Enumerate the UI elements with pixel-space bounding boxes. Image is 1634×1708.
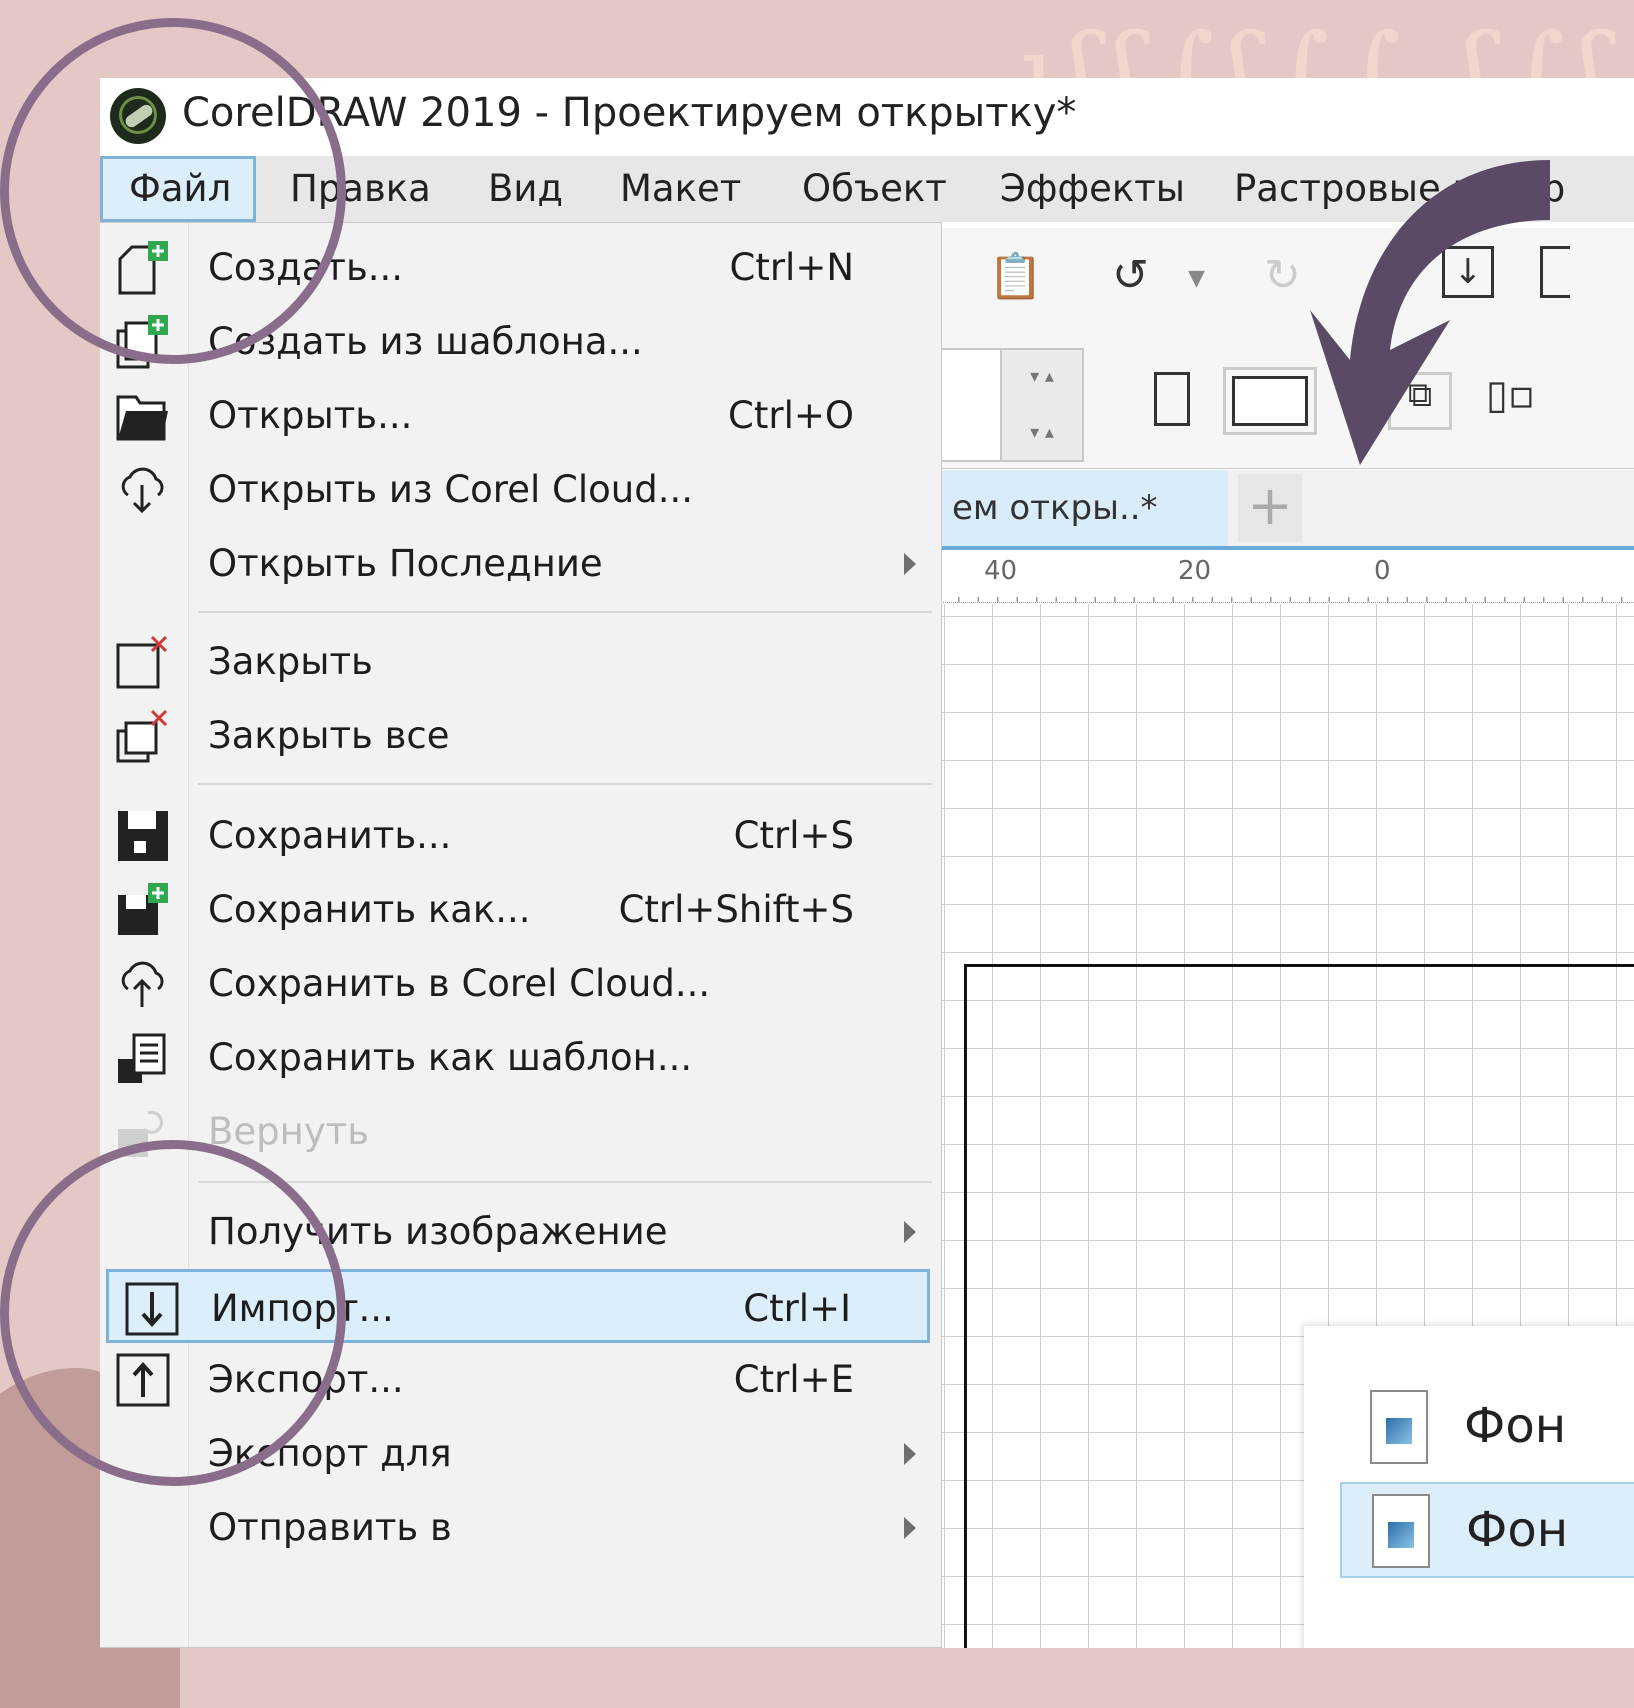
menu-item-open[interactable]: Открыть... Ctrl+O xyxy=(100,379,936,453)
menu-item-save-template[interactable]: Сохранить как шаблон... xyxy=(100,1021,936,1095)
document-tab[interactable]: ем откры..* xyxy=(940,470,1228,546)
ruler-label: 20 xyxy=(1178,556,1212,586)
annotation-arrow-icon xyxy=(1310,160,1550,465)
menu-item-label: Открыть Последние xyxy=(208,542,603,585)
menu-item-send-to[interactable]: Отправить в xyxy=(100,1491,936,1565)
menu-effects[interactable]: Эффекты xyxy=(974,156,1211,222)
menu-edit[interactable]: Правка xyxy=(264,156,457,222)
save-as-icon xyxy=(118,883,168,935)
menu-item-label: Получить изображение xyxy=(208,1210,668,1253)
recent-file-item[interactable]: Фон xyxy=(1340,1380,1634,1472)
submenu-arrow-icon xyxy=(904,1443,916,1465)
menu-item-save[interactable]: Сохранить... Ctrl+S xyxy=(100,799,936,873)
menu-item-label: Сохранить как шаблон... xyxy=(208,1036,693,1079)
cloud-download-icon xyxy=(121,467,164,514)
menu-item-label: Закрыть xyxy=(208,640,373,683)
undo-icon[interactable]: ↺ xyxy=(1112,250,1149,301)
menu-item-label: Вернуть xyxy=(208,1110,370,1153)
menu-item-close[interactable]: Закрыть xyxy=(100,625,936,699)
menu-item-label: Отправить в xyxy=(208,1506,452,1549)
recent-file-label: Фон xyxy=(1466,1502,1569,1558)
menu-item-import[interactable]: Импорт... Ctrl+I xyxy=(106,1269,930,1343)
recent-file-item[interactable]: Фон xyxy=(1340,1482,1634,1578)
menu-item-label: Открыть из Corel Cloud... xyxy=(208,468,693,511)
menu-separator xyxy=(198,783,932,785)
menu-item-label: Создать из шаблона... xyxy=(208,320,643,363)
submenu-arrow-icon xyxy=(904,553,916,575)
menu-item-new[interactable]: Создать... Ctrl+N xyxy=(100,231,936,305)
export-icon xyxy=(116,1353,170,1407)
menu-item-export-for[interactable]: Экспорт для xyxy=(100,1417,936,1491)
new-document-icon xyxy=(118,241,168,295)
menu-separator xyxy=(198,1181,932,1183)
menu-item-acquire-image[interactable]: Получить изображение xyxy=(100,1195,936,1269)
menu-item-open-cloud[interactable]: Открыть из Corel Cloud... xyxy=(100,453,936,527)
menu-item-shortcut: Ctrl+O xyxy=(728,394,854,437)
menu-item-label: Экспорт для xyxy=(208,1432,452,1475)
size-spinner[interactable]: ▾ ▴ ▾ ▴ xyxy=(1000,348,1084,462)
menu-item-label: Экспорт... xyxy=(208,1358,404,1401)
menu-item-shortcut: Ctrl+N xyxy=(729,246,854,289)
menu-item-shortcut: Ctrl+E xyxy=(733,1358,854,1401)
menu-item-label: Импорт... xyxy=(211,1287,394,1330)
menu-item-label: Сохранить... xyxy=(208,814,452,857)
menu-item-label: Создать... xyxy=(208,246,404,289)
menu-file[interactable]: Файл xyxy=(100,156,256,222)
portrait-page-icon[interactable] xyxy=(1154,372,1190,426)
menu-item-open-recent[interactable]: Открыть Последние xyxy=(100,527,936,601)
image-file-icon xyxy=(1372,1494,1430,1568)
menu-layout[interactable]: Макет xyxy=(594,156,767,222)
coreldraw-logo-icon xyxy=(110,88,166,144)
new-from-template-icon xyxy=(116,315,168,369)
ruler-label: 0 xyxy=(1374,556,1391,586)
import-icon xyxy=(125,1282,179,1336)
document-tabs: ем откры..* + xyxy=(940,470,1634,550)
undo-dropdown-icon[interactable]: ▼ xyxy=(1188,266,1205,291)
cloud-upload-icon xyxy=(121,961,164,1007)
recent-file-label: Фон xyxy=(1464,1398,1567,1454)
spinner-up-down-icon[interactable]: ▾ ▴ xyxy=(1002,406,1082,460)
ruler-label: 40 xyxy=(984,556,1018,586)
add-tab-icon[interactable]: + xyxy=(1238,474,1302,542)
menu-item-save-as[interactable]: Сохранить как... Ctrl+Shift+S xyxy=(100,873,936,947)
window-title: CorelDRAW 2019 - Проектируем открытку* xyxy=(182,90,1077,136)
menu-item-shortcut: Ctrl+S xyxy=(733,814,854,857)
menu-item-label: Сохранить как... xyxy=(208,888,531,931)
menu-object[interactable]: Объект xyxy=(776,156,973,222)
menu-item-new-from-template[interactable]: Создать из шаблона... xyxy=(100,305,936,379)
menu-item-label: Открыть... xyxy=(208,394,413,437)
recent-files-flyout: Фон Фон xyxy=(1304,1326,1634,1648)
spinner-up-down-icon[interactable]: ▾ ▴ xyxy=(1002,350,1082,404)
menu-item-shortcut: Ctrl+Shift+S xyxy=(618,888,854,931)
menu-item-close-all[interactable]: Закрыть все xyxy=(100,699,936,773)
menu-separator xyxy=(198,611,932,613)
submenu-arrow-icon xyxy=(904,1517,916,1539)
menu-item-export[interactable]: Экспорт... Ctrl+E xyxy=(100,1343,936,1417)
close-all-icon xyxy=(116,709,168,763)
menu-view[interactable]: Вид xyxy=(462,156,589,222)
image-file-icon xyxy=(1370,1390,1428,1464)
folder-icon xyxy=(116,395,168,441)
menu-item-shortcut: Ctrl+I xyxy=(743,1287,851,1330)
horizontal-ruler: 40 20 0 xyxy=(940,550,1634,603)
menu-item-revert[interactable]: Вернуть xyxy=(100,1095,936,1169)
file-menu-dropdown: Создать... Ctrl+N Создать из шаблона... … xyxy=(100,222,942,1648)
save-icon xyxy=(118,811,168,861)
menu-item-label: Сохранить в Corel Cloud... xyxy=(208,962,711,1005)
save-template-icon xyxy=(118,1033,166,1083)
paste-icon[interactable]: 📋 xyxy=(988,250,1043,302)
revert-icon xyxy=(118,1110,163,1157)
menu-item-label: Закрыть все xyxy=(208,714,450,757)
close-document-icon xyxy=(116,635,168,689)
menu-item-save-cloud[interactable]: Сохранить в Corel Cloud... xyxy=(100,947,936,1021)
submenu-arrow-icon xyxy=(904,1221,916,1243)
